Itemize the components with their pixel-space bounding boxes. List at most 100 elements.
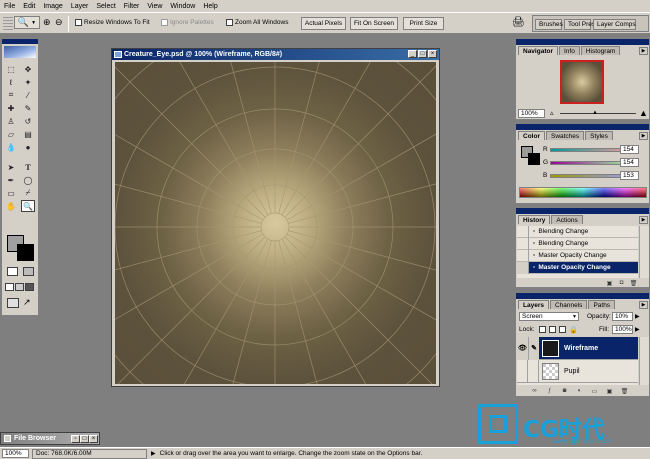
trash-icon[interactable]: 🗑 <box>620 387 629 395</box>
layer-row-selected[interactable]: 👁 ✎ Wireframe <box>517 336 638 360</box>
zoom-out-mountain-icon[interactable]: ▵ <box>550 109 554 117</box>
layers-scrollbar[interactable] <box>639 337 649 385</box>
new-layer-icon[interactable]: ▣ <box>605 387 614 395</box>
menu-image[interactable]: Image <box>43 3 62 10</box>
screen-mode-standard-icon[interactable] <box>5 283 14 291</box>
menu-help[interactable]: Help <box>203 3 217 10</box>
channel-b-field[interactable]: 153 <box>620 171 639 180</box>
eye-icon[interactable] <box>517 359 528 383</box>
trash-icon[interactable]: 🗑 <box>629 279 638 287</box>
layer-style-icon[interactable]: f <box>545 387 554 395</box>
blur-tool-icon[interactable]: 💧 <box>4 141 18 153</box>
standard-mode-icon[interactable] <box>7 267 18 276</box>
zoom-in-mountain-icon[interactable]: ▲ <box>639 108 648 118</box>
resize-windows-checkbox[interactable]: Resize Windows To Fit <box>75 19 150 26</box>
tab-info[interactable]: Info <box>558 46 580 55</box>
imageready-icon[interactable] <box>7 298 19 308</box>
link-layers-icon[interactable]: ∞ <box>530 387 539 395</box>
tab-channels[interactable]: Channels <box>549 300 588 309</box>
history-brush-source-icon[interactable] <box>517 261 529 274</box>
maximize-button[interactable]: □ <box>80 434 89 443</box>
brush-link-icon[interactable]: ✎ <box>528 336 539 360</box>
notes-tool-icon[interactable]: ▭ <box>4 187 18 199</box>
tool-preset-picker[interactable]: 🔍 ▼ <box>14 16 40 29</box>
tab-navigator[interactable]: Navigator <box>518 46 558 55</box>
menu-file[interactable]: File <box>4 3 15 10</box>
history-scrollbar[interactable] <box>639 226 649 278</box>
tab-color[interactable]: Color <box>518 131 545 140</box>
print-size-button[interactable]: Print Size <box>403 17 444 30</box>
options-grip[interactable] <box>3 16 13 30</box>
new-snapshot-icon[interactable]: ◘ <box>617 279 626 287</box>
palette-menu-button[interactable]: ▶ <box>639 132 648 140</box>
history-item[interactable]: ▫ Blending Change <box>517 237 638 250</box>
minimize-button[interactable]: _ <box>408 50 417 58</box>
screen-mode-full-icon[interactable] <box>25 283 34 291</box>
hand-tool-icon[interactable]: ✋ <box>4 200 18 212</box>
lock-all-icon[interactable]: 🔒 <box>569 326 578 334</box>
magic-wand-tool-icon[interactable]: ✦ <box>21 76 35 88</box>
actual-pixels-button[interactable]: Actual Pixels <box>301 17 346 30</box>
lock-position-icon[interactable] <box>559 326 566 333</box>
menu-view[interactable]: View <box>147 3 162 10</box>
brush-tool-icon[interactable]: ✎ <box>21 102 35 114</box>
adobe-online-icon[interactable] <box>4 46 36 58</box>
maximize-button[interactable]: □ <box>418 50 427 58</box>
zoom-tool-icon[interactable]: 🔍 <box>21 200 35 212</box>
zoom-in-icon[interactable]: ⊕ <box>43 17 51 28</box>
lock-transparency-icon[interactable] <box>539 326 546 333</box>
slice-tool-icon[interactable]: ⁄ <box>21 89 35 101</box>
history-item-selected[interactable]: ▫ Master Opacity Change <box>517 261 638 274</box>
background-color-swatch[interactable] <box>17 244 34 261</box>
layer-row[interactable]: Pupil <box>517 359 638 383</box>
tab-histogram[interactable]: Histogram <box>580 46 621 55</box>
status-doc-size[interactable]: Doc: 768.0K/6.00M <box>32 448 147 459</box>
eyedropper-tool-icon[interactable]: ⌿ <box>21 187 35 199</box>
crop-tool-icon[interactable]: ⌗ <box>4 89 18 101</box>
menu-select[interactable]: Select <box>96 3 115 10</box>
fill-slider-arrow-icon[interactable]: ▶ <box>635 326 640 333</box>
navigator-proxy-view[interactable] <box>560 60 604 104</box>
zoom-all-windows-checkbox[interactable]: Zoom All Windows <box>226 19 288 26</box>
menu-layer[interactable]: Layer <box>71 3 89 10</box>
file-browser-minimized[interactable]: File Browser ▫ □ × <box>0 432 100 445</box>
new-group-icon[interactable]: ▭ <box>590 387 599 395</box>
channel-g-field[interactable]: 154 <box>620 158 639 167</box>
menu-filter[interactable]: Filter <box>124 3 140 10</box>
color-spectrum-bar[interactable] <box>519 187 647 198</box>
lasso-tool-icon[interactable]: ℓ <box>4 76 18 88</box>
navigator-zoom-slider-handle[interactable]: ▲ <box>592 110 598 116</box>
screen-mode-full-menu-icon[interactable] <box>15 283 24 291</box>
tab-paths[interactable]: Paths <box>588 300 616 309</box>
opacity-field[interactable]: 10% <box>612 312 633 321</box>
status-arrow-icon[interactable]: ▶ <box>151 450 156 457</box>
menu-edit[interactable]: Edit <box>23 3 35 10</box>
adjustment-layer-icon[interactable]: ◐ <box>575 387 584 395</box>
tab-styles[interactable]: Styles <box>585 131 613 140</box>
gradient-tool-icon[interactable]: ▤ <box>21 128 35 140</box>
tab-layers[interactable]: Layers <box>518 300 549 309</box>
brush-link-icon[interactable] <box>528 359 539 383</box>
path-selection-tool-icon[interactable]: ➤ <box>4 161 18 173</box>
eye-icon[interactable]: 👁 <box>517 336 528 360</box>
history-item[interactable]: ▫ Master Opacity Change <box>517 249 638 262</box>
fit-on-screen-button[interactable]: Fit On Screen <box>350 17 398 30</box>
file-browser-icon[interactable]: 🖨 <box>512 17 525 28</box>
eraser-tool-icon[interactable]: ▱ <box>4 128 18 140</box>
channel-r-field[interactable]: 154 <box>620 145 639 154</box>
toolbox-titlebar[interactable] <box>2 39 38 44</box>
move-tool-icon[interactable]: ✥ <box>21 63 35 75</box>
tab-swatches[interactable]: Swatches <box>545 131 585 140</box>
palette-menu-button[interactable]: ▶ <box>639 301 648 309</box>
palette-well-tool-presets[interactable]: Tool Presets <box>564 19 604 30</box>
type-tool-icon[interactable]: T <box>21 161 35 173</box>
pen-tool-icon[interactable]: ✒ <box>4 174 18 186</box>
opacity-slider-arrow-icon[interactable]: ▶ <box>635 313 640 320</box>
history-snapshot-box[interactable] <box>517 249 529 262</box>
image-canvas[interactable] <box>115 62 436 384</box>
new-document-from-state-icon[interactable]: ▣ <box>605 279 614 287</box>
palette-menu-button[interactable]: ▶ <box>639 47 648 55</box>
restore-button[interactable]: ▫ <box>71 434 80 443</box>
menu-window[interactable]: Window <box>170 3 195 10</box>
fill-field[interactable]: 100% <box>612 325 633 334</box>
